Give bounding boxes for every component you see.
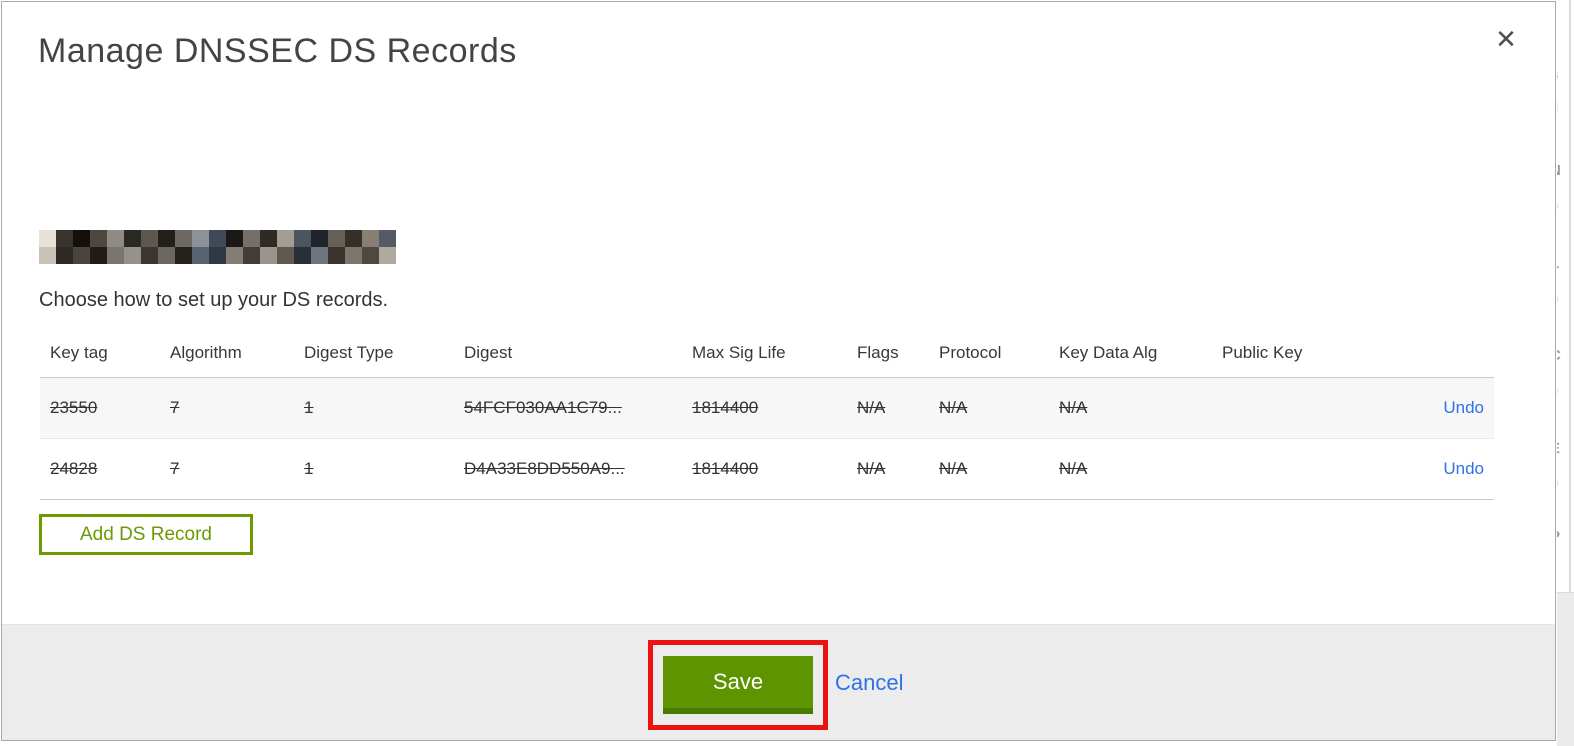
- cell-max-sig-life: 1814400: [692, 459, 759, 478]
- close-icon[interactable]: ✕: [1491, 24, 1521, 54]
- dialog-footer: Save Cancel: [2, 624, 1555, 740]
- table-row: 24828 7 1 D4A33E8DD550A9... 1814400 N/A …: [40, 439, 1494, 500]
- cell-algorithm: 7: [170, 398, 180, 417]
- cell-digest: D4A33E8DD550A9...: [464, 459, 625, 478]
- cell-key-tag: 24828: [50, 459, 98, 478]
- background-text-fragment: P: [1557, 528, 1560, 545]
- cell-actions: Undo: [1332, 439, 1494, 500]
- cell-public-key: [1212, 378, 1332, 439]
- cell-flags: N/A: [857, 459, 886, 478]
- cell-public-key: [1212, 439, 1332, 500]
- cell-flags: N/A: [857, 398, 886, 417]
- add-ds-record-button[interactable]: Add DS Record: [39, 514, 253, 555]
- background-text-fragment: L: [1557, 255, 1559, 272]
- background-link-fragment: o: [1557, 474, 1558, 491]
- cell-key-data-alg: N/A: [1059, 398, 1088, 417]
- cell-algorithm: 7: [170, 459, 180, 478]
- background-text-fragment: s: [1557, 66, 1558, 83]
- background-link-fragment: o: [1557, 197, 1558, 214]
- col-header-max-sig-life: Max Sig Life: [692, 343, 786, 362]
- cancel-link[interactable]: Cancel: [835, 670, 903, 696]
- manage-dnssec-ds-records-dialog: Manage DNSSEC DS Records ✕ Choose how to…: [1, 1, 1556, 741]
- background-link-fragment: o: [1557, 382, 1558, 399]
- col-header-key-tag: Key tag: [50, 343, 108, 362]
- undo-link[interactable]: Undo: [1443, 398, 1484, 417]
- background-link-fragment: o: [1557, 290, 1558, 307]
- page: { "modal": { "title": "Manage DNSSEC DS …: [0, 0, 1574, 746]
- col-header-actions: [1332, 330, 1494, 378]
- cell-max-sig-life: 1814400: [692, 398, 759, 417]
- cell-actions: Undo: [1332, 378, 1494, 439]
- redacted-domain-name: [39, 230, 56, 247]
- cell-key-tag: 23550: [50, 398, 98, 417]
- table-header-row: Key tag Algorithm Digest Type Digest Max…: [40, 330, 1494, 378]
- dialog-title: Manage DNSSEC DS Records: [38, 32, 517, 70]
- cell-protocol: N/A: [939, 459, 968, 478]
- cell-key-data-alg: N/A: [1059, 459, 1088, 478]
- save-highlight-annotation: Save: [648, 640, 828, 730]
- col-header-public-key: Public Key: [1222, 343, 1303, 362]
- background-page-sliver: s d N o L o C o E o P l: [1557, 0, 1574, 746]
- col-header-flags: Flags: [857, 343, 899, 362]
- col-header-key-data-alg: Key Data Alg: [1059, 343, 1158, 362]
- background-footer-area: [1557, 592, 1574, 746]
- cell-digest-type: 1: [304, 459, 314, 478]
- undo-link[interactable]: Undo: [1443, 459, 1484, 478]
- table-row: 23550 7 1 54FCF030AA1C79... 1814400 N/A …: [40, 377, 1494, 439]
- intro-text: Choose how to set up your DS records.: [39, 289, 389, 311]
- ds-records-table: Key tag Algorithm Digest Type Digest Max…: [40, 330, 1494, 500]
- cell-digest-type: 1: [304, 398, 314, 417]
- background-text-fragment: C: [1557, 347, 1561, 364]
- background-divider: [1569, 0, 1571, 592]
- background-text-fragment: N: [1557, 162, 1561, 179]
- background-text-fragment: E: [1557, 440, 1560, 457]
- col-header-digest: Digest: [464, 343, 513, 362]
- background-link-fragment: d: [1557, 100, 1558, 117]
- cell-protocol: N/A: [939, 398, 968, 417]
- col-header-algorithm: Algorithm: [170, 343, 242, 362]
- col-header-protocol: Protocol: [939, 343, 1002, 362]
- cell-digest: 54FCF030AA1C79...: [464, 398, 622, 417]
- col-header-digest-type: Digest Type: [304, 343, 394, 362]
- save-button[interactable]: Save: [663, 656, 813, 714]
